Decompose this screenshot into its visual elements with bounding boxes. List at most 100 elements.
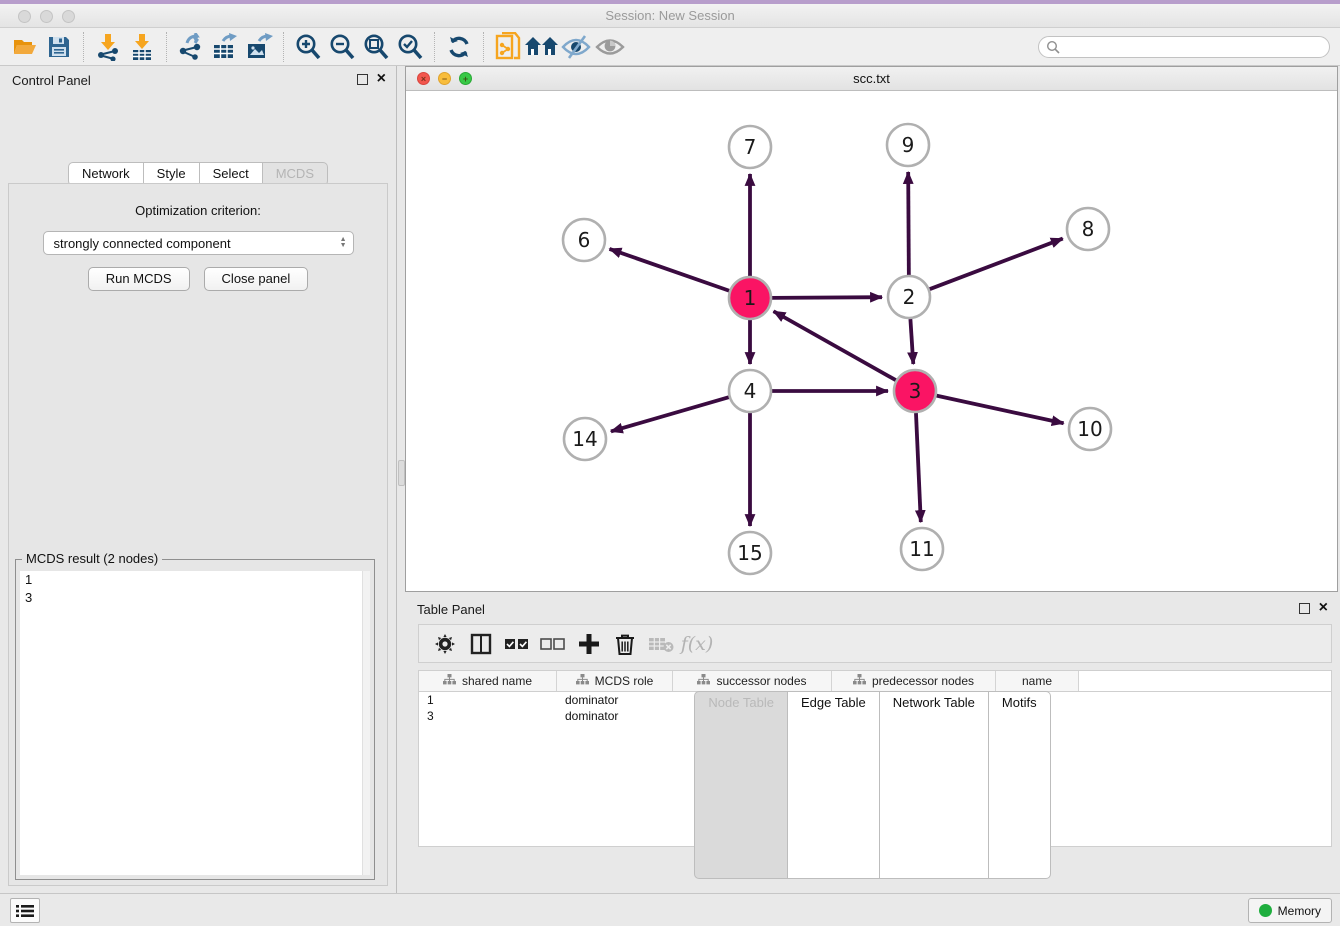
delete-column-icon[interactable] <box>607 629 643 659</box>
edge-1-6[interactable] <box>609 249 729 291</box>
column-selector-icon[interactable] <box>463 629 499 659</box>
graph-node-label: 2 <box>903 285 916 309</box>
table-tab-motifs[interactable]: Motifs <box>989 691 1051 879</box>
graph-node-label: 1 <box>744 286 757 310</box>
mcds-result-title: MCDS result (2 nodes) <box>22 551 162 566</box>
optimization-criterion-label: Optimization criterion: <box>9 203 387 218</box>
toolbar-separator <box>83 32 84 62</box>
float-table-panel-icon[interactable] <box>1299 603 1310 614</box>
add-column-icon[interactable] <box>571 629 607 659</box>
network-window-titlebar[interactable]: × − + scc.txt <box>406 67 1337 91</box>
app-window: Session: New Session <box>0 0 1340 926</box>
window-title: Session: New Session <box>0 8 1340 23</box>
close-panel-button[interactable]: Close panel <box>204 267 309 291</box>
zoom-in-icon[interactable] <box>291 32 325 62</box>
edge-2-3[interactable] <box>910 319 913 364</box>
graph-node-label: 10 <box>1077 417 1102 441</box>
close-table-panel-icon[interactable]: × <box>1319 598 1328 618</box>
table-tab-node-table[interactable]: Node Table <box>694 691 788 879</box>
column-header-predecessor-nodes[interactable]: predecessor nodes <box>832 671 996 691</box>
graph-node-label: 14 <box>572 427 597 451</box>
tree-hierarchy-icon <box>576 674 589 688</box>
optimization-criterion-select[interactable]: strongly connected component ▲▼ <box>43 231 354 255</box>
select-value: strongly connected component <box>54 236 231 251</box>
export-image-icon[interactable] <box>242 32 276 62</box>
save-session-icon[interactable] <box>42 32 76 62</box>
table-tab-edge-table[interactable]: Edge Table <box>788 691 880 879</box>
graph-node-label: 9 <box>902 133 915 157</box>
import-network-icon[interactable] <box>91 32 125 62</box>
float-panel-icon[interactable] <box>357 74 368 85</box>
select-all-rows-icon[interactable] <box>499 629 535 659</box>
zoom-selected-icon[interactable] <box>393 32 427 62</box>
open-file-icon[interactable] <box>8 32 42 62</box>
task-history-button[interactable] <box>10 898 40 923</box>
toolbar-separator <box>166 32 167 62</box>
mcds-tab-content: Optimization criterion: strongly connect… <box>8 183 388 886</box>
column-header-MCDS-role[interactable]: MCDS role <box>557 671 673 691</box>
toolbar-separator <box>283 32 284 62</box>
network-canvas[interactable]: 7 9 6 8 1 2 4 3 14 10 15 11 <box>406 91 1337 591</box>
column-header-successor-nodes[interactable]: successor nodes <box>673 671 832 691</box>
copy-network-icon[interactable] <box>491 32 525 62</box>
tree-hierarchy-icon <box>853 674 866 688</box>
memory-button[interactable]: Memory <box>1248 898 1332 923</box>
edge-3-1[interactable] <box>774 311 896 380</box>
export-table-icon[interactable] <box>208 32 242 62</box>
control-panel: Control Panel × NetworkStyleSelectMCDS O… <box>0 66 397 893</box>
graph-node-label: 15 <box>737 541 762 565</box>
toolbar-separator <box>434 32 435 62</box>
column-header-label: MCDS role <box>595 674 654 688</box>
graph-node-label: 6 <box>578 228 591 252</box>
hide-details-icon[interactable] <box>559 32 593 62</box>
import-table-icon[interactable] <box>125 32 159 62</box>
column-header-label: successor nodes <box>716 674 806 688</box>
zoom-fit-icon[interactable] <box>359 32 393 62</box>
edge-2-8[interactable] <box>930 239 1063 290</box>
close-panel-icon[interactable]: × <box>377 69 386 89</box>
list-icon <box>16 904 34 918</box>
select-stepper-icon: ▲▼ <box>340 237 347 249</box>
table-panel-header: Table Panel × <box>405 595 1340 623</box>
main-toolbar <box>0 28 1340 66</box>
table-tabs: Node TableEdge TableNetwork TableMotifs <box>405 691 1340 879</box>
column-header-label: predecessor nodes <box>872 674 974 688</box>
graph-node-label: 8 <box>1082 217 1095 241</box>
search-input[interactable] <box>1060 38 1329 56</box>
refresh-icon[interactable] <box>442 32 476 62</box>
column-header-label: name <box>1022 674 1052 688</box>
result-scrollbar[interactable] <box>362 571 370 875</box>
toolbar-separator <box>483 32 484 62</box>
control-panel-header: Control Panel × <box>0 66 396 94</box>
graph-node-label: 4 <box>744 379 757 403</box>
mcds-result-group: MCDS result (2 nodes) 13 <box>15 559 375 880</box>
deselect-all-rows-icon[interactable] <box>535 629 571 659</box>
tree-hierarchy-icon <box>443 674 456 688</box>
mcds-result-item: 3 <box>20 589 370 607</box>
column-header-shared-name[interactable]: shared name <box>419 671 557 691</box>
memory-label: Memory <box>1278 904 1321 918</box>
run-mcds-button[interactable]: Run MCDS <box>88 267 190 291</box>
export-network-icon[interactable] <box>174 32 208 62</box>
table-header-row: shared name MCDS role successor nodes prede… <box>419 671 1331 692</box>
edge-3-11[interactable] <box>916 413 921 522</box>
settings-gear-icon[interactable] <box>427 629 463 659</box>
panel-divider-handle[interactable] <box>398 460 405 486</box>
home-layout-icon[interactable] <box>525 32 559 62</box>
graph-node-label: 7 <box>744 135 757 159</box>
column-header-name[interactable]: name <box>996 671 1079 691</box>
graph-node-label: 3 <box>909 379 922 403</box>
edge-3-10[interactable] <box>936 396 1063 424</box>
function-builder-icon: f(x) <box>679 629 715 659</box>
zoom-out-icon[interactable] <box>325 32 359 62</box>
table-tab-network-table[interactable]: Network Table <box>880 691 989 879</box>
mcds-result-list: 13 <box>20 571 370 875</box>
show-details-icon[interactable] <box>593 32 627 62</box>
graph-node-label: 11 <box>909 537 934 561</box>
edge-2-9[interactable] <box>908 172 909 275</box>
table-panel: Table Panel × <box>405 595 1340 890</box>
statusbar: Memory <box>0 893 1340 926</box>
search-box[interactable] <box>1038 36 1330 58</box>
edge-4-14[interactable] <box>611 397 729 431</box>
edge-1-2[interactable] <box>772 297 882 298</box>
